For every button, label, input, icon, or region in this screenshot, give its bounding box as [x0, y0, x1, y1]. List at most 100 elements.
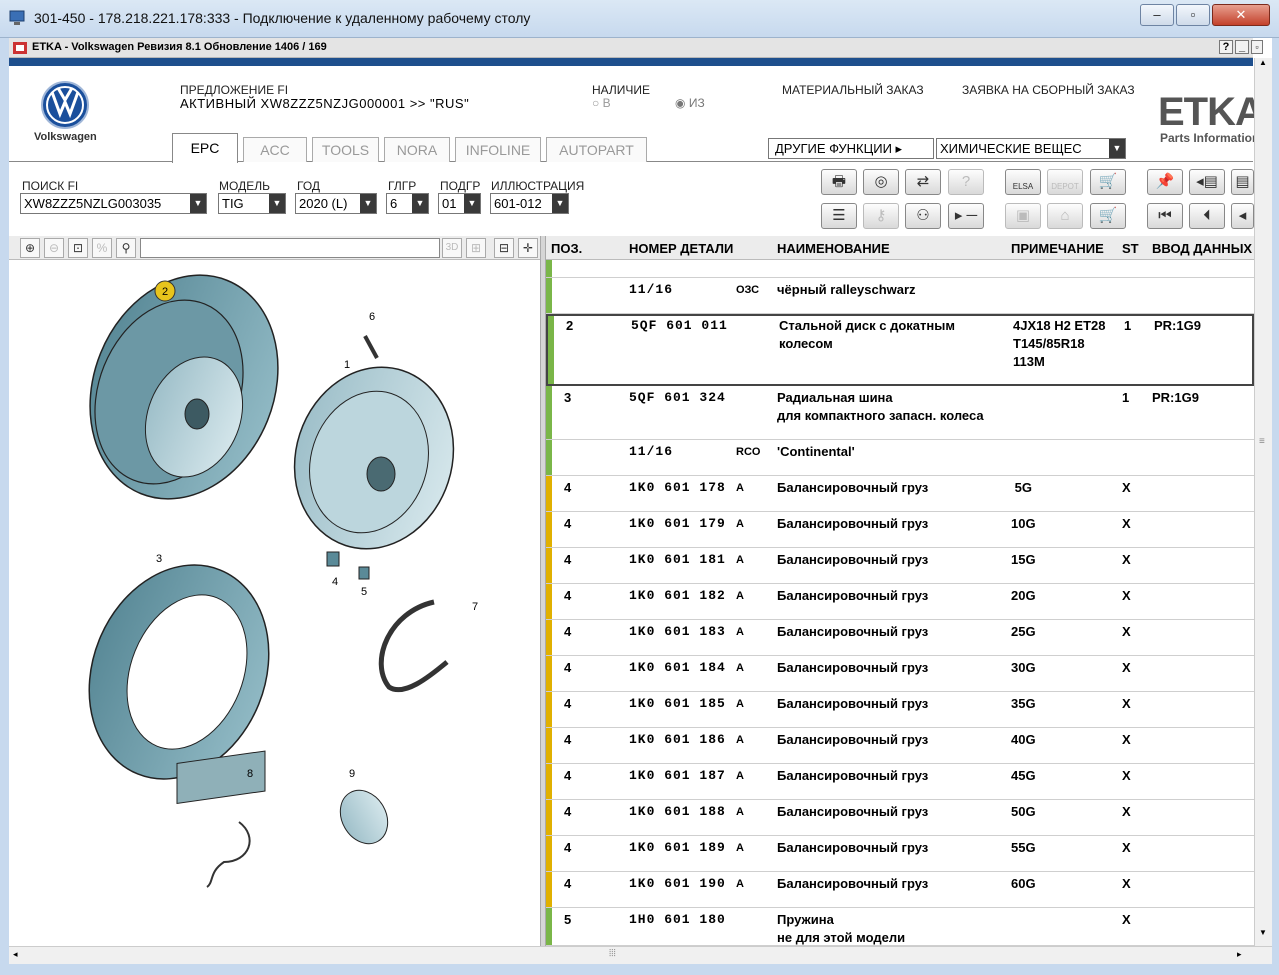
tab-acc[interactable]: ACC	[243, 137, 307, 162]
material-order-link[interactable]: МАТЕРИАЛЬНЫЙ ЗАКАЗ	[782, 83, 924, 97]
illustration-search-input[interactable]	[140, 238, 440, 258]
callout-4[interactable]: 4	[332, 576, 338, 588]
wheel-service-button[interactable]: ◎	[863, 169, 899, 195]
scroll-left-icon[interactable]: ◂	[13, 949, 18, 960]
illustration-select[interactable]: 601-012 ▼	[490, 193, 569, 214]
help-search-button[interactable]: ?	[948, 169, 984, 195]
zoom-in-button[interactable]: ⊕	[20, 238, 40, 258]
zoom-fit-button[interactable]: ⊡	[68, 238, 88, 258]
help-button[interactable]: ?	[1219, 40, 1233, 54]
scroll-down-icon[interactable]: ▼	[1259, 928, 1267, 937]
year-select[interactable]: 2020 (L) ▼	[295, 193, 377, 214]
maximize-button[interactable]: ▫	[1176, 4, 1210, 26]
elsa-button[interactable]: ELSA	[1005, 169, 1041, 195]
zoom-percent-button[interactable]: %	[92, 238, 112, 258]
table-row[interactable]: 5 1H0 601 180 Пружина не для этой модели X	[546, 908, 1254, 946]
callout-1[interactable]: 1	[344, 359, 350, 371]
next-page-button[interactable]: ◂	[1231, 203, 1254, 229]
vertical-scrollbar[interactable]: ▲ ≡ ▼	[1254, 58, 1272, 946]
handshake-button[interactable]: ⇄	[905, 169, 941, 195]
callout-2[interactable]: 2	[162, 286, 168, 298]
device-button[interactable]: ▣	[1005, 203, 1041, 229]
table-row[interactable]: 4 1K0 601 185 A Балансировочный груз 35G X	[546, 692, 1254, 728]
tab-nora[interactable]: NORA	[384, 137, 450, 162]
table-row[interactable]: 4 1K0 601 184 A Балансировочный груз 30G X	[546, 656, 1254, 692]
cart-add-button[interactable]: 🛒	[1090, 169, 1126, 195]
close-button[interactable]: ✕	[1212, 4, 1270, 26]
callout-6[interactable]: 6	[369, 311, 375, 323]
depot-button[interactable]: DEPOT	[1047, 169, 1083, 195]
table-row[interactable]: 11/16 RCO 'Continental'	[546, 440, 1254, 476]
scroll-up-icon[interactable]: ▲	[1259, 58, 1267, 67]
table-row[interactable]: 4 1K0 601 183 A Балансировочный груз 25G X	[546, 620, 1254, 656]
table-row[interactable]: 11/16 ОЗС чёрный ralleyschwarz	[546, 278, 1254, 314]
availability-label: НАЛИЧИЕ	[592, 83, 651, 97]
podgr-select[interactable]: 01 ▼	[438, 193, 481, 214]
app-minimize-button[interactable]: _	[1235, 40, 1249, 54]
hscroll-grip-icon[interactable]: ⦙⦙⦙	[609, 948, 616, 959]
callout-5[interactable]: 5	[361, 586, 367, 598]
cell-pos: 5	[564, 912, 572, 927]
scroll-right-icon[interactable]: ▸	[1237, 949, 1242, 960]
table-row[interactable]: 4 1K0 601 187 A Балансировочный груз 45G X	[546, 764, 1254, 800]
grid-add-button[interactable]: ⊞	[466, 238, 486, 258]
back-page-button[interactable]: ◂▤	[1189, 169, 1225, 195]
zoom-out-button[interactable]: ⊖	[44, 238, 64, 258]
app-maximize-button[interactable]: ▫	[1251, 40, 1263, 54]
minimize-button[interactable]: ‒	[1140, 4, 1174, 26]
table-row[interactable]: 4 1K0 601 190 A Балансировочный груз 60G X	[546, 872, 1254, 908]
assembly-order-link[interactable]: ЗАЯВКА НА СБОРНЫЙ ЗАКАЗ	[962, 83, 1135, 97]
glgr-select[interactable]: 6 ▼	[386, 193, 429, 214]
model-select[interactable]: TIG ▼	[218, 193, 286, 214]
print-button[interactable]: 🖶	[821, 169, 857, 195]
col-name[interactable]: НАИМЕНОВАНИЕ	[777, 241, 890, 256]
layout-button[interactable]: ⊟	[494, 238, 514, 258]
horizontal-scrollbar[interactable]: ◂ ⦙⦙⦙ ▸	[9, 946, 1272, 964]
scroll-grip-icon[interactable]: ≡	[1259, 436, 1265, 447]
other-functions-button[interactable]: ДРУГИЕ ФУНКЦИИ ▸	[768, 138, 934, 159]
tab-tools[interactable]: TOOLS	[312, 137, 379, 162]
table-row[interactable]: 3 5QF 601 324 Радиальная шина для компактно…	[546, 386, 1254, 440]
callout-3[interactable]: 3	[156, 553, 162, 565]
col-pos[interactable]: ПОЗ.	[551, 241, 582, 256]
callout-7[interactable]: 7	[472, 601, 478, 613]
prev-page-button[interactable]: ⏴	[1189, 203, 1225, 229]
building-button[interactable]: ⌂	[1047, 203, 1083, 229]
magnifier-button[interactable]: ⚲	[116, 238, 136, 258]
table-row[interactable]: 4 1K0 601 181 A Балансировочный груз 15G X	[546, 548, 1254, 584]
cart-button[interactable]: 🛒	[1090, 203, 1126, 229]
fi-search-input[interactable]: XW8ZZZ5NZLG003035 ▼	[20, 193, 207, 214]
cell-pos: 4	[564, 840, 572, 855]
callout-8[interactable]: 8	[247, 768, 253, 780]
tab-infoline[interactable]: INFOLINE	[455, 137, 541, 162]
play-button[interactable]: ▸ ─	[948, 203, 984, 229]
bike-button[interactable]: ⚇	[905, 203, 941, 229]
col-entry[interactable]: ВВОД ДАННЫХ	[1152, 241, 1252, 256]
table-row[interactable]: 4 1K0 601 182 A Балансировочный груз 20G X	[546, 584, 1254, 620]
table-row[interactable]: 4 1K0 601 188 A Балансировочный груз 50G X	[546, 800, 1254, 836]
pin-button[interactable]: 📌	[1147, 169, 1183, 195]
3d-button[interactable]: 3D	[442, 238, 462, 258]
page-button[interactable]: ▤	[1231, 169, 1254, 195]
tab-autopart[interactable]: AUTOPART	[546, 137, 647, 162]
radio-v[interactable]: ○ В	[592, 96, 611, 110]
table-row[interactable]	[546, 260, 1254, 278]
chevron-down-icon: ▼	[360, 194, 376, 213]
cell-pos: 4	[564, 696, 572, 711]
callout-9[interactable]: 9	[349, 768, 355, 780]
radio-iz[interactable]: ◉ ИЗ	[675, 96, 705, 110]
crosshair-button[interactable]: ✛	[518, 238, 538, 258]
first-page-button[interactable]: ⏮	[1147, 203, 1183, 229]
tab-epc[interactable]: EPC	[172, 133, 238, 163]
table-row[interactable]: 2 5QF 601 011 Стальной диск с докатным коле…	[546, 314, 1254, 386]
col-st[interactable]: ST	[1122, 241, 1139, 256]
table-row[interactable]: 4 1K0 601 178 A Балансировочный груз 5G X	[546, 476, 1254, 512]
chemicals-select[interactable]: ХИМИЧЕСКИЕ ВЕЩЕС ▼	[936, 138, 1126, 159]
table-row[interactable]: 4 1K0 601 189 A Балансировочный груз 55G X	[546, 836, 1254, 872]
col-part-number[interactable]: НОМЕР ДЕТАЛИ	[629, 241, 733, 256]
key-button[interactable]: ⚷	[863, 203, 899, 229]
list-button[interactable]: ☰	[821, 203, 857, 229]
col-note[interactable]: ПРИМЕЧАНИЕ	[1011, 241, 1104, 256]
table-row[interactable]: 4 1K0 601 179 A Балансировочный груз 10G X	[546, 512, 1254, 548]
table-row[interactable]: 4 1K0 601 186 A Балансировочный груз 40G X	[546, 728, 1254, 764]
